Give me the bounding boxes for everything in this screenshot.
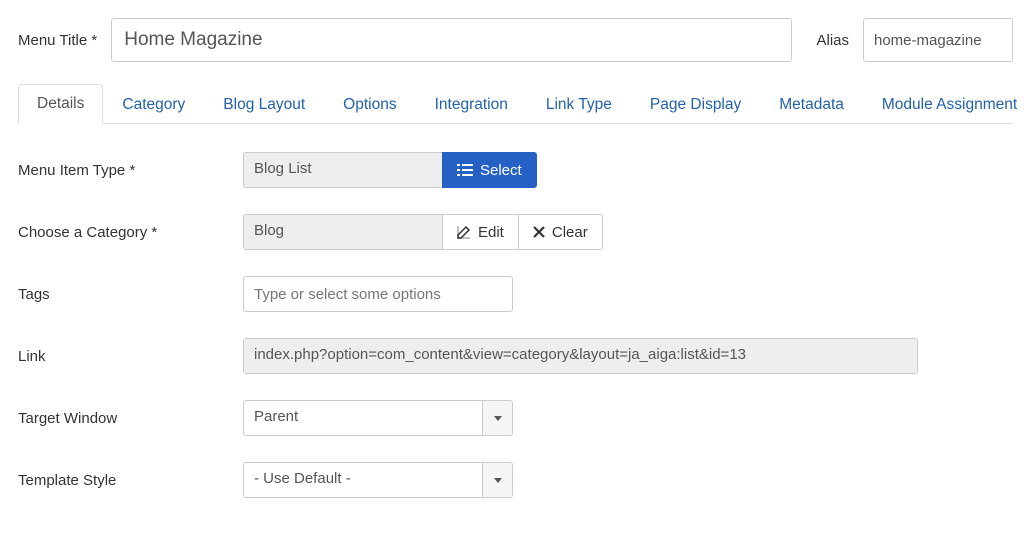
edit-icon <box>457 225 471 239</box>
edit-button-label: Edit <box>478 224 504 241</box>
row-choose-category: Choose a Category * Blog Edit Clear <box>18 214 1013 250</box>
alias-label: Alias <box>816 32 849 49</box>
edit-button[interactable]: Edit <box>442 214 519 250</box>
menu-item-type-label: Menu Item Type * <box>18 162 243 179</box>
tab-blog-layout[interactable]: Blog Layout <box>204 85 324 124</box>
alias-input[interactable] <box>863 18 1013 62</box>
tab-module-assignment[interactable]: Module Assignment <box>863 85 1031 124</box>
link-label: Link <box>18 348 243 365</box>
select-button-label: Select <box>480 162 522 179</box>
tags-input[interactable] <box>243 276 513 312</box>
target-window-label: Target Window <box>18 410 243 427</box>
tags-label: Tags <box>18 286 243 303</box>
list-icon <box>457 163 473 177</box>
row-template-style: Template Style - Use Default - <box>18 462 1013 498</box>
select-button[interactable]: Select <box>442 152 537 188</box>
row-target-window: Target Window Parent <box>18 400 1013 436</box>
tabs: Details Category Blog Layout Options Int… <box>18 84 1013 124</box>
menu-title-label: Menu Title * <box>18 32 97 49</box>
tab-options[interactable]: Options <box>324 85 415 124</box>
row-menu-item-type: Menu Item Type * Blog List Select <box>18 152 1013 188</box>
header-row: Menu Title * Alias <box>18 18 1013 62</box>
chevron-down-icon <box>494 416 502 421</box>
target-window-dropdown-toggle[interactable] <box>483 400 513 436</box>
tab-link-type[interactable]: Link Type <box>527 85 631 124</box>
choose-category-label: Choose a Category * <box>18 224 243 241</box>
link-value: index.php?option=com_content&view=catego… <box>243 338 918 374</box>
chevron-down-icon <box>494 478 502 483</box>
menu-title-input[interactable] <box>111 18 792 62</box>
close-icon <box>533 226 545 238</box>
template-style-dropdown-toggle[interactable] <box>483 462 513 498</box>
choose-category-value: Blog <box>243 214 443 250</box>
tab-details[interactable]: Details <box>18 84 103 124</box>
template-style-select[interactable]: - Use Default - <box>243 462 483 498</box>
clear-button-label: Clear <box>552 224 588 241</box>
target-window-select[interactable]: Parent <box>243 400 483 436</box>
tab-metadata[interactable]: Metadata <box>760 85 863 124</box>
row-link: Link index.php?option=com_content&view=c… <box>18 338 1013 374</box>
row-tags: Tags <box>18 276 1013 312</box>
tab-category[interactable]: Category <box>103 85 204 124</box>
tab-page-display[interactable]: Page Display <box>631 85 760 124</box>
menu-item-type-value: Blog List <box>243 152 443 188</box>
template-style-label: Template Style <box>18 472 243 489</box>
clear-button[interactable]: Clear <box>518 214 603 250</box>
tab-integration[interactable]: Integration <box>416 85 527 124</box>
